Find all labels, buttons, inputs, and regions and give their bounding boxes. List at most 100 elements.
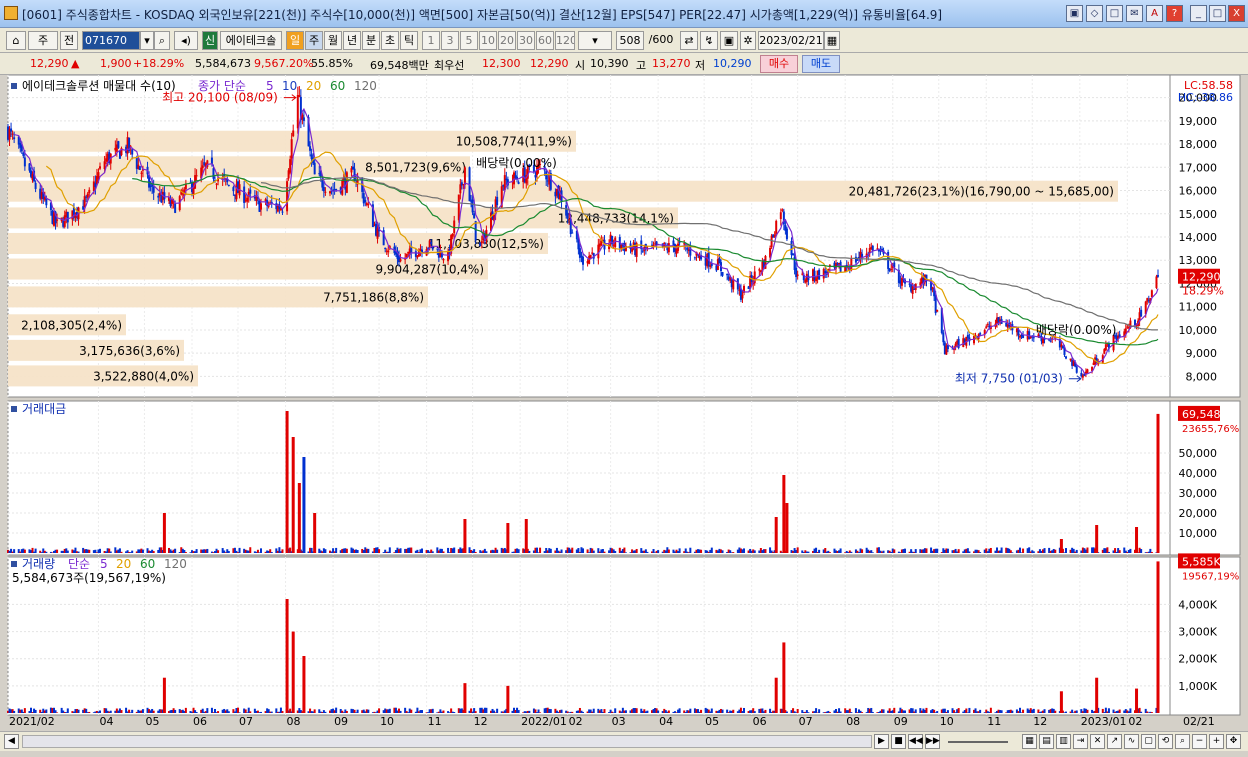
grid2-icon[interactable]: ▤ xyxy=(1039,734,1054,749)
volume-spike-bar xyxy=(774,677,778,713)
grid3-icon[interactable]: ▥ xyxy=(1056,734,1071,749)
amount-bar xyxy=(13,549,16,553)
last-price-label: 12,290 xyxy=(1182,271,1221,284)
volume-bar xyxy=(965,708,968,713)
date-input[interactable]: 2023/02/21 xyxy=(758,31,824,50)
candle-body xyxy=(1049,340,1052,342)
interval-month[interactable]: 월 xyxy=(324,31,342,50)
search-icon[interactable]: ⌕ xyxy=(154,31,170,50)
volume-bar xyxy=(313,709,316,713)
save-icon[interactable]: ▣ xyxy=(720,31,738,50)
gear-icon[interactable]: ✲ xyxy=(740,31,756,50)
high-price: 13,270 xyxy=(652,57,691,70)
arrow-right-icon[interactable]: ⇥ xyxy=(1073,734,1088,749)
num-button[interactable]: 60 xyxy=(536,31,554,50)
volume-bar xyxy=(206,708,209,713)
amount-bar xyxy=(1150,551,1153,553)
amount-bar xyxy=(281,549,284,553)
period-select[interactable]: 주 xyxy=(28,31,58,50)
candle-body xyxy=(474,221,477,241)
scroll-thumb[interactable] xyxy=(22,735,872,748)
code-dropdown-icon[interactable]: ▾ xyxy=(140,31,154,50)
num-dropdown[interactable]: ▾ xyxy=(578,31,612,50)
dividend-label: 배당락(0.00%) xyxy=(1036,323,1117,337)
scroll-left-icon[interactable]: ◀ xyxy=(4,734,19,749)
amount-bar xyxy=(743,548,745,553)
pin-icon[interactable]: ⌂ xyxy=(6,31,26,50)
maximize-button[interactable]: □ xyxy=(1209,5,1226,22)
up-arrow-icon: ▲ xyxy=(71,57,80,70)
search-icon[interactable]: ⌕ xyxy=(1175,734,1190,749)
interval-minute[interactable]: 분 xyxy=(362,31,380,50)
grid-icon[interactable]: ▦ xyxy=(1022,734,1037,749)
high-annotation: 최고 20,100 (08/09) xyxy=(162,91,278,105)
font-icon[interactable]: A xyxy=(1146,5,1163,22)
link-icon[interactable]: ▣ xyxy=(1066,5,1083,22)
chart-icon[interactable]: ↯ xyxy=(700,31,718,50)
candle-body xyxy=(861,253,864,257)
move-icon[interactable]: ✥ xyxy=(1226,734,1241,749)
volume-bar xyxy=(871,711,874,713)
volume-bar xyxy=(914,709,917,713)
interval-tick[interactable]: 틱 xyxy=(400,31,418,50)
amount-axis-label: 10,000 xyxy=(1179,527,1218,540)
interval-week[interactable]: 주 xyxy=(305,31,323,50)
candle-body xyxy=(212,168,215,179)
num-button[interactable]: 120 xyxy=(555,31,575,50)
num-button[interactable]: 30 xyxy=(517,31,535,50)
chart-scrollbar[interactable]: ◀ ▶ ■ ◀◀ ▶▶ ▦ ▤ ▥ ⇥ ✕ ↗ ∿ ▢ ⟲ ⌕ − + ✥ xyxy=(0,731,1248,751)
volume-ma-period: 60 xyxy=(140,557,155,571)
stop-icon[interactable]: ■ xyxy=(891,734,906,749)
close-button[interactable]: X xyxy=(1228,5,1245,22)
amount-bar xyxy=(1054,549,1057,553)
amount-bar xyxy=(700,549,703,553)
sell-button[interactable]: 매도 xyxy=(802,55,840,73)
interval-day[interactable]: 일 xyxy=(286,31,304,50)
calendar-icon[interactable]: ▦ xyxy=(824,31,840,50)
num-button[interactable]: 3 xyxy=(441,31,459,50)
amount-bar xyxy=(195,549,198,553)
amount-bar xyxy=(367,548,370,553)
zoom-in-icon[interactable]: + xyxy=(1209,734,1224,749)
forward-icon[interactable]: ▶▶ xyxy=(925,734,940,749)
volume-bar xyxy=(592,708,595,713)
amount-spike-bar xyxy=(302,457,306,553)
stock-chart[interactable]: 8,0009,00010,00011,00012,00013,00014,000… xyxy=(0,75,1248,731)
zoom-out-icon[interactable]: − xyxy=(1192,734,1207,749)
num-button[interactable]: 1 xyxy=(422,31,440,50)
amount-panel-title: 거래대금 xyxy=(22,402,66,416)
rewind-icon[interactable]: ◀◀ xyxy=(908,734,923,749)
buy-button[interactable]: 매수 xyxy=(760,55,798,73)
settings-icon[interactable]: ◇ xyxy=(1086,5,1103,22)
minimize-button[interactable]: _ xyxy=(1190,5,1207,22)
zoom-slider[interactable] xyxy=(948,741,1008,743)
candle-body xyxy=(781,209,784,211)
candle-body xyxy=(463,167,466,185)
volume-profile-label: 3,175,636(3,6%) xyxy=(79,344,180,358)
help-icon[interactable]: ? xyxy=(1166,5,1183,22)
code-input[interactable]: 071670 xyxy=(82,31,140,50)
trend-icon[interactable]: ↗ xyxy=(1107,734,1122,749)
num-button[interactable]: 5 xyxy=(460,31,478,50)
cross-icon[interactable]: ✕ xyxy=(1090,734,1105,749)
play-icon[interactable]: ▶ xyxy=(874,734,889,749)
price-change: 1,900 xyxy=(100,57,132,70)
candle-body xyxy=(1019,336,1021,338)
volume-spike-bar xyxy=(291,631,295,713)
cycle-icon[interactable]: ⟲ xyxy=(1158,734,1173,749)
amount-bar xyxy=(603,551,606,553)
speaker-icon[interactable]: ◂) xyxy=(174,31,198,50)
candle-body xyxy=(1065,356,1067,359)
num-button[interactable]: 20 xyxy=(498,31,516,50)
mail-icon[interactable]: ✉ xyxy=(1126,5,1143,22)
prev-button[interactable]: 전 xyxy=(60,31,78,50)
window-icon[interactable]: □ xyxy=(1106,5,1123,22)
interval-year[interactable]: 년 xyxy=(343,31,361,50)
arrow-icon[interactable]: ⇄ xyxy=(680,31,698,50)
count-input[interactable]: 508 xyxy=(616,31,644,50)
interval-second[interactable]: 초 xyxy=(381,31,399,50)
volume-bar xyxy=(582,711,584,713)
num-button[interactable]: 10 xyxy=(479,31,497,50)
wave-icon[interactable]: ∿ xyxy=(1124,734,1139,749)
box-icon[interactable]: ▢ xyxy=(1141,734,1156,749)
